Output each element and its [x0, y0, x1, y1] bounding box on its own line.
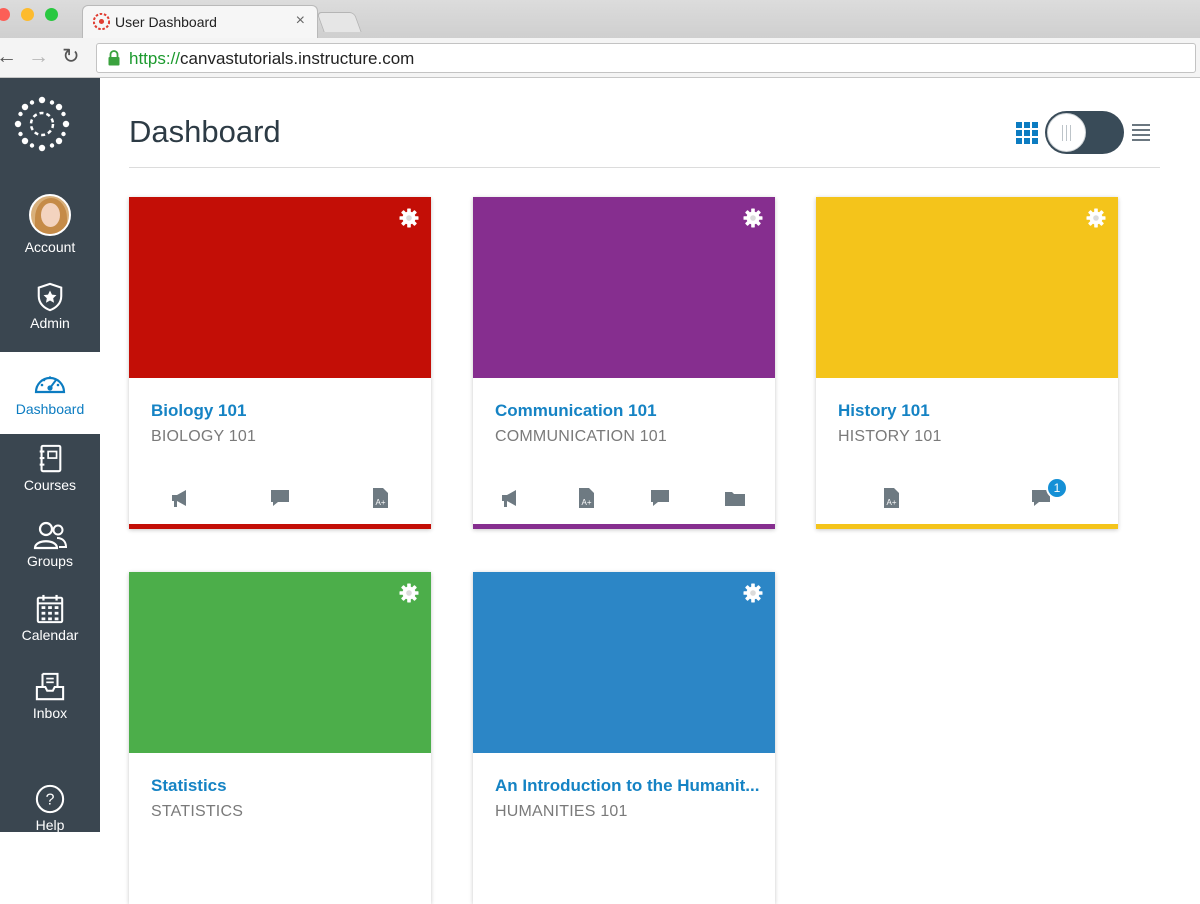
dashboard-gauge-icon	[34, 376, 66, 394]
shield-icon	[37, 282, 63, 312]
canvas-favicon-icon	[93, 13, 110, 30]
course-card-hero[interactable]	[473, 572, 775, 753]
gear-icon[interactable]	[399, 583, 419, 603]
inbox-tray-icon	[35, 672, 65, 701]
course-card-actions: 1	[816, 477, 1118, 511]
lock-icon	[108, 50, 120, 66]
global-navigation: Account Admin Dashboard Courses Groups C…	[0, 78, 100, 833]
nav-account[interactable]: Account	[0, 194, 100, 255]
nav-inbox-label: Inbox	[32, 705, 68, 721]
canvas-logo-icon[interactable]	[14, 96, 70, 152]
nav-help-label: Help	[35, 817, 65, 833]
avatar	[29, 194, 71, 236]
forward-arrow-icon[interactable]: →	[28, 44, 49, 70]
course-card-code: HISTORY 101	[838, 428, 942, 445]
address-bar[interactable]: https://canvastutorials.instructure.com	[96, 43, 1196, 73]
nav-dashboard-label: Dashboard	[15, 401, 85, 417]
course-card[interactable]: Communication 101 COMMUNICATION 101	[473, 197, 775, 529]
courses-book-icon	[39, 444, 62, 473]
course-card-title[interactable]: History 101	[838, 401, 1108, 421]
nav-admin-label: Admin	[30, 315, 70, 331]
course-card-title[interactable]: Biology 101	[151, 401, 421, 421]
course-card-hero[interactable]	[816, 197, 1118, 378]
svg-text:?: ?	[46, 792, 55, 809]
url-host: canvastutorials.instructure.com	[180, 49, 415, 68]
discussions-icon[interactable]	[269, 487, 291, 509]
nav-account-label: Account	[24, 239, 76, 255]
nav-help[interactable]: ? Help	[0, 784, 100, 833]
back-arrow-icon[interactable]: ←	[0, 44, 17, 70]
main-content: Dashboard Biology 101 BIOLOGY 101 Commun…	[100, 78, 1200, 904]
gear-icon[interactable]	[743, 208, 763, 228]
nav-groups[interactable]: Groups	[0, 520, 100, 569]
new-tab-button[interactable]	[316, 12, 362, 32]
course-card[interactable]: An Introduction to the Humanit... HUMANI…	[473, 572, 775, 904]
course-card-actions	[473, 487, 775, 511]
card-view-grid-icon[interactable]	[1016, 122, 1038, 144]
course-card-hero[interactable]	[129, 197, 431, 378]
assignments-icon[interactable]	[880, 487, 902, 509]
course-card-color-bar	[473, 524, 775, 529]
unread-count-badge: 1	[1046, 477, 1068, 499]
course-card-title[interactable]: An Introduction to the Humanit...	[495, 776, 765, 796]
announcements-icon[interactable]	[169, 487, 191, 509]
list-view-icon[interactable]	[1132, 123, 1150, 141]
calendar-icon	[36, 594, 64, 624]
course-card-title[interactable]: Statistics	[151, 776, 421, 796]
nav-courses-label: Courses	[23, 477, 77, 493]
nav-groups-label: Groups	[27, 553, 73, 569]
assignments-icon[interactable]	[575, 487, 597, 509]
course-card-title[interactable]: Communication 101	[495, 401, 765, 421]
view-toggle-switch[interactable]	[1045, 111, 1124, 154]
course-card-code: BIOLOGY 101	[151, 428, 257, 445]
course-card-code: STATISTICS	[151, 803, 244, 820]
reload-icon[interactable]: ↻	[62, 44, 80, 70]
browser-tab-bar: User Dashboard ×	[0, 0, 1200, 38]
tab-title: User Dashboard	[115, 14, 217, 30]
course-card-actions	[129, 487, 431, 511]
close-window-button[interactable]	[0, 8, 10, 21]
course-card-code: HUMANITIES 101	[495, 803, 628, 820]
course-card[interactable]: Biology 101 BIOLOGY 101	[129, 197, 431, 529]
gear-icon[interactable]	[399, 208, 419, 228]
course-card-code: COMMUNICATION 101	[495, 428, 668, 445]
help-question-icon: ?	[35, 784, 65, 814]
minimize-window-button[interactable]	[21, 8, 34, 21]
url-protocol: https://	[129, 49, 181, 68]
announcements-icon[interactable]	[499, 487, 521, 509]
gear-icon[interactable]	[1086, 208, 1106, 228]
course-card-color-bar	[816, 524, 1118, 529]
gear-icon[interactable]	[743, 583, 763, 603]
browser-toolbar: ← → ↻ https://canvastutorials.instructur…	[0, 38, 1200, 78]
nav-calendar[interactable]: Calendar	[0, 594, 100, 643]
course-card-color-bar	[129, 524, 431, 529]
nav-calendar-label: Calendar	[21, 627, 79, 643]
discussions-icon[interactable]	[649, 487, 671, 509]
toggle-knob[interactable]	[1047, 113, 1086, 152]
nav-inbox[interactable]: Inbox	[0, 672, 100, 721]
assignments-icon[interactable]	[369, 487, 391, 509]
discussions-button[interactable]: 1	[1030, 477, 1068, 509]
maximize-window-button[interactable]	[45, 8, 58, 21]
course-card-hero[interactable]	[473, 197, 775, 378]
nav-dashboard[interactable]: Dashboard	[0, 352, 100, 434]
tab-close-icon[interactable]: ×	[296, 12, 305, 30]
course-card-hero[interactable]	[129, 572, 431, 753]
groups-people-icon	[33, 521, 67, 550]
url-text: https://canvastutorials.instructure.com	[129, 49, 414, 69]
nav-courses[interactable]: Courses	[0, 444, 100, 493]
browser-tab[interactable]: User Dashboard ×	[82, 5, 318, 38]
course-card[interactable]: Statistics STATISTICS	[129, 572, 431, 904]
files-icon[interactable]	[724, 487, 746, 509]
page-title: Dashboard	[129, 114, 281, 149]
course-card[interactable]: History 101 HISTORY 101 1	[816, 197, 1118, 529]
nav-admin[interactable]: Admin	[0, 282, 100, 331]
header-divider	[129, 167, 1160, 168]
